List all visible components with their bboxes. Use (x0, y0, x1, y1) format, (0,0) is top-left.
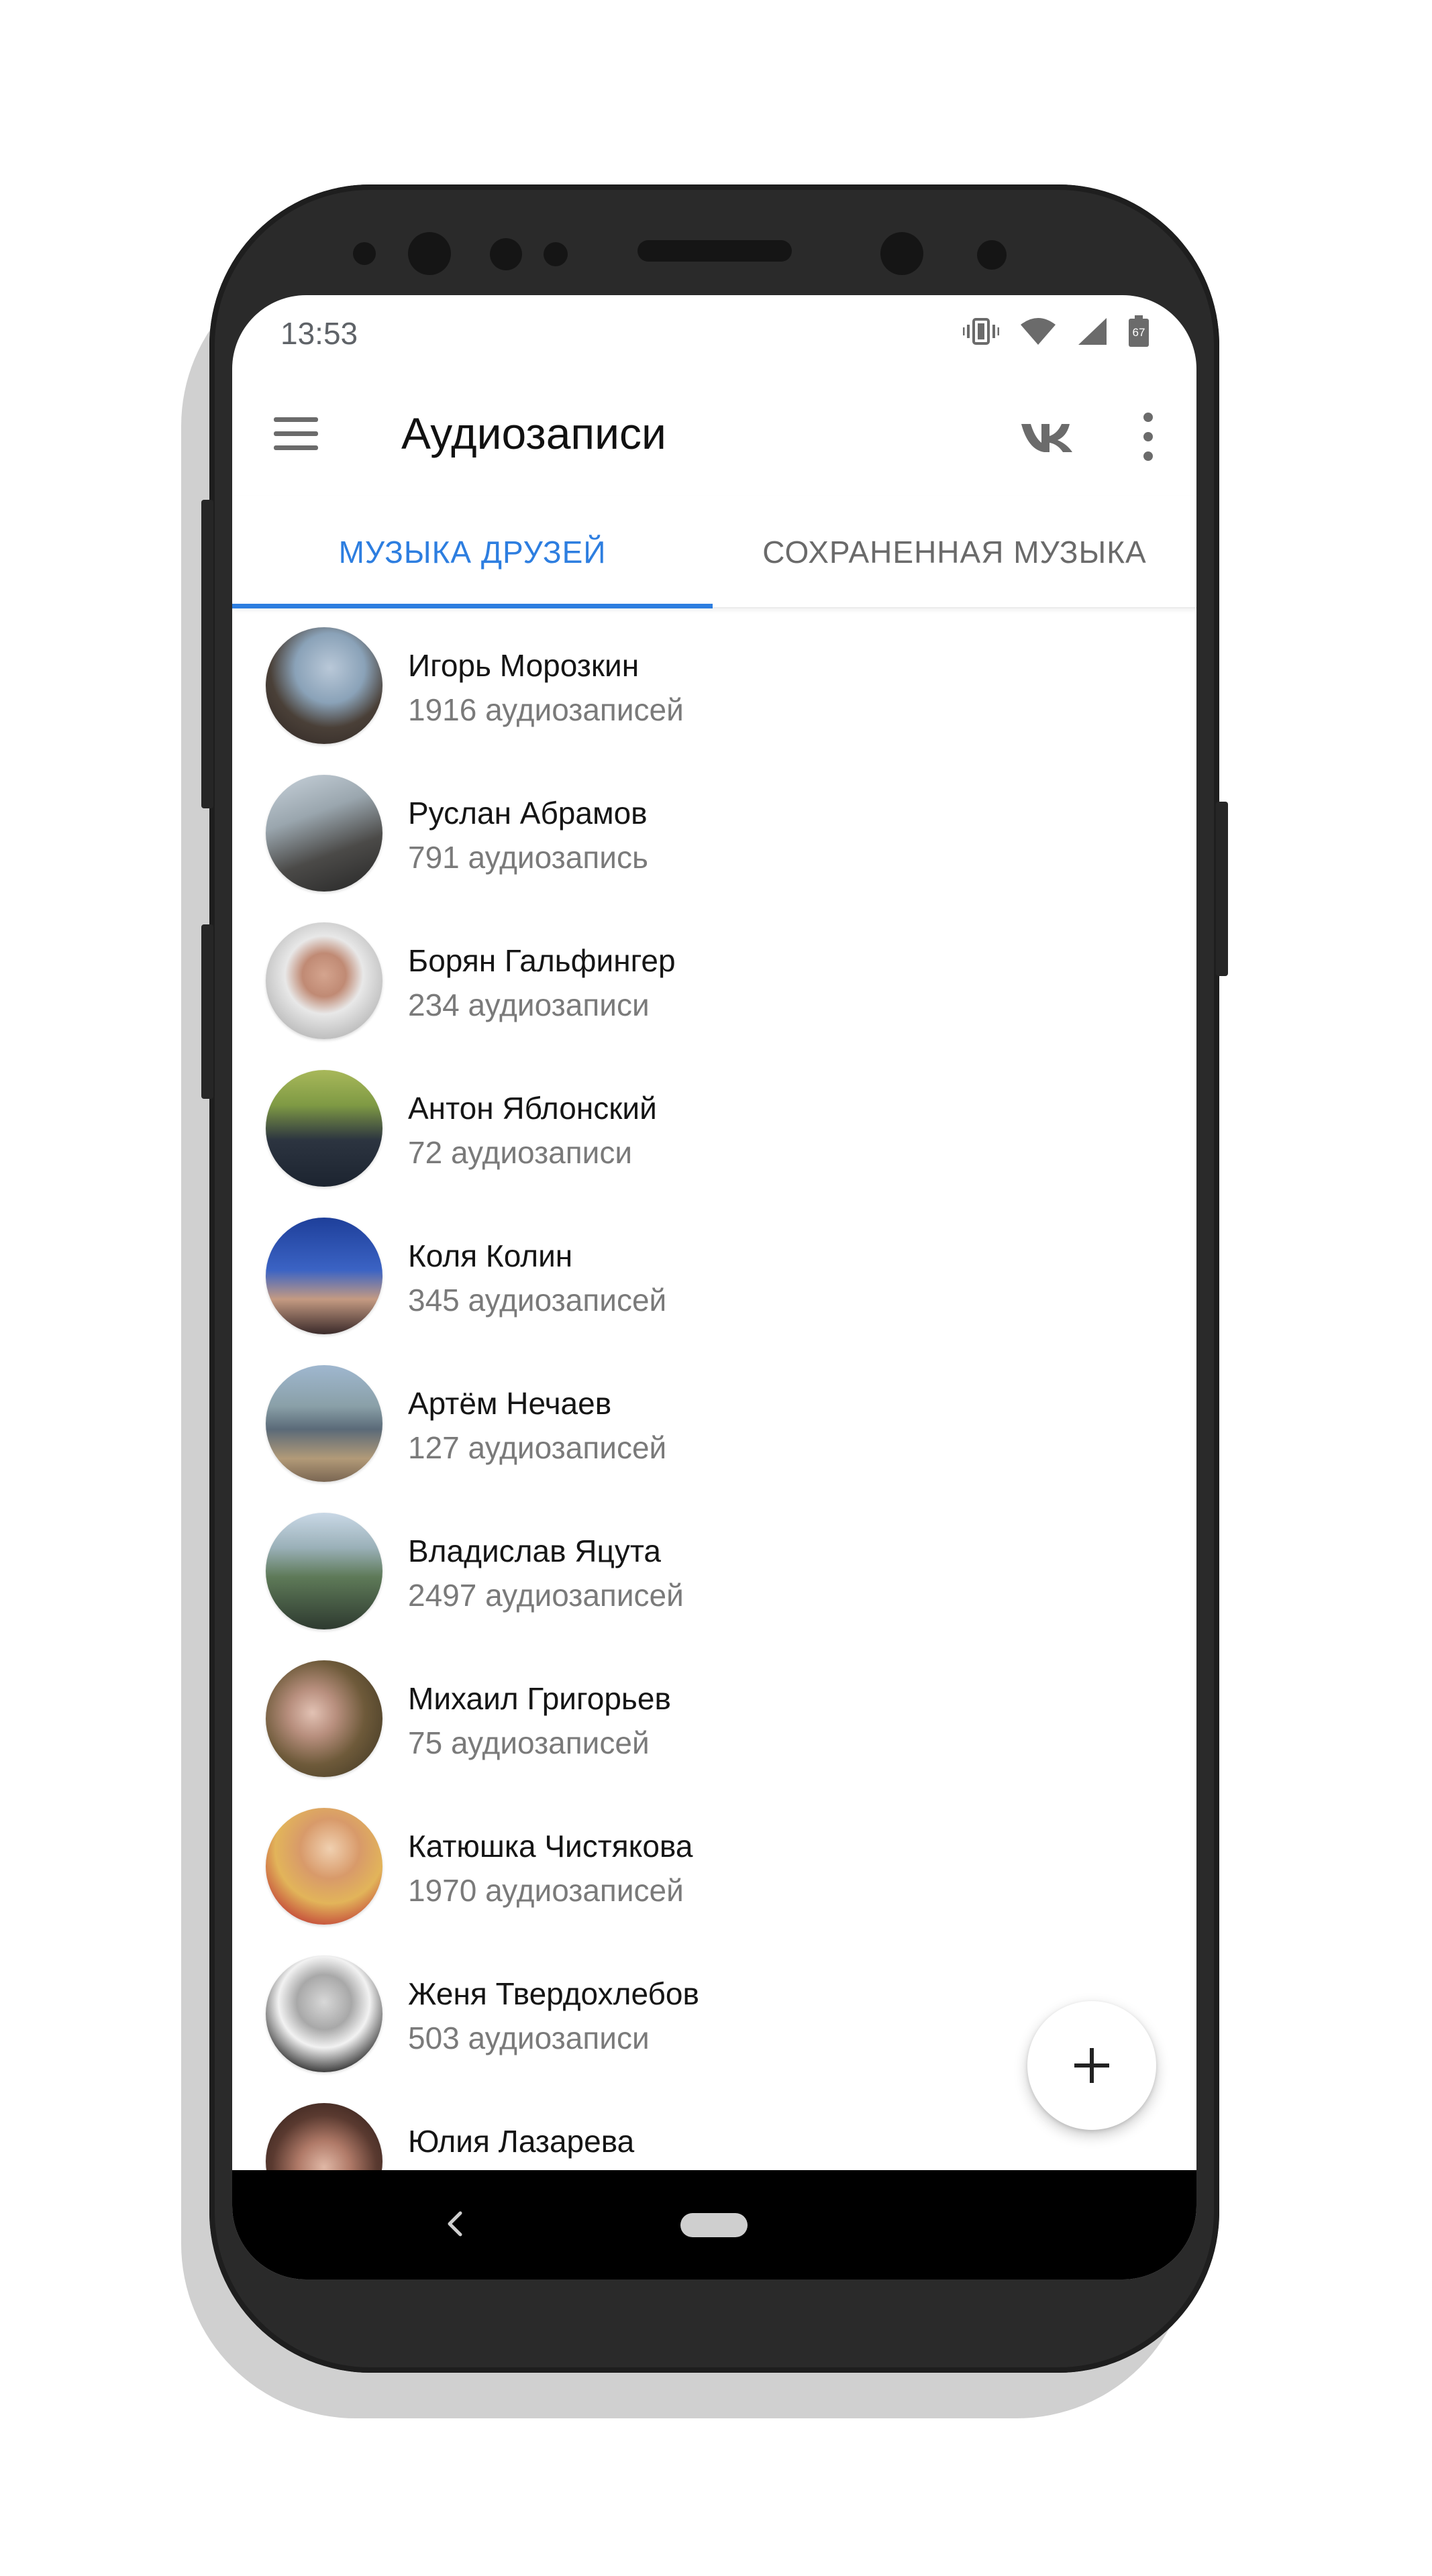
list-item[interactable]: Борян Гальфингер 234 аудиозаписи (232, 904, 1196, 1051)
list-item[interactable]: Антон Яблонский 72 аудиозаписи (232, 1051, 1196, 1199)
friend-name: Артём Нечаев (408, 1386, 612, 1421)
battery-level: 67 (1132, 326, 1145, 339)
sensor-dot (353, 242, 376, 265)
phone-screen: 13:53 67 Аудиозаписи МУЗЫКА ДРУЗЕЙ СОХРА… (232, 295, 1196, 2279)
side-button-right (1216, 802, 1228, 976)
avatar (266, 1808, 382, 1925)
friend-name: Катюшка Чистякова (408, 1829, 693, 1864)
page-title: Аудиозаписи (401, 409, 666, 458)
audio-count: 234 аудиозаписи (408, 987, 650, 1022)
friend-name: Юлия Лазарева (408, 2124, 635, 2159)
home-pill-icon[interactable] (680, 2213, 748, 2237)
avatar (266, 1660, 382, 1777)
avatar (266, 775, 382, 892)
avatar (266, 1955, 382, 2072)
avatar (266, 922, 382, 1039)
tab-saved-music[interactable]: СОХРАНЕННАЯ МУЗЫКА (713, 496, 1196, 607)
friend-name: Женя Твердохлебов (408, 1976, 699, 2011)
sensor-dot (490, 238, 522, 270)
friend-name: Борян Гальфингер (408, 943, 676, 978)
status-bar: 13:53 67 (232, 295, 1196, 376)
side-button-left-2 (201, 924, 213, 1099)
battery-icon: 67 (1128, 315, 1149, 351)
back-chevron-icon[interactable] (442, 2204, 468, 2244)
vk-logo-icon[interactable] (1019, 416, 1075, 456)
audio-count: 127 аудиозаписей (408, 1430, 667, 1465)
sensor-dot (544, 242, 568, 266)
list-item[interactable]: Руслан Абрамов 791 аудиозапись (232, 756, 1196, 904)
side-button-left-1 (201, 500, 213, 808)
vibrate-icon (962, 317, 1000, 350)
audio-count: 791 аудиозапись (408, 840, 648, 875)
friend-name: Михаил Григорьев (408, 1681, 671, 1716)
earpiece-speaker (637, 240, 792, 262)
list-item[interactable]: Артём Нечаев 127 аудиозаписей (232, 1346, 1196, 1494)
friend-name: Игорь Морозкин (408, 648, 640, 683)
audio-count: 345 аудиозаписей (408, 1283, 667, 1318)
avatar (266, 1365, 382, 1482)
list-item[interactable]: Катюшка Чистякова 1970 аудиозаписей (232, 1789, 1196, 1937)
status-time: 13:53 (280, 316, 358, 351)
friends-list: Игорь Морозкин 1916 аудиозаписей Руслан … (232, 608, 1196, 2232)
avatar (266, 1218, 382, 1334)
audio-count: 503 аудиозаписи (408, 2021, 650, 2055)
front-camera (408, 232, 451, 275)
hamburger-menu-icon[interactable] (274, 417, 318, 451)
avatar (266, 627, 382, 744)
audio-count: 1970 аудиозаписей (408, 1873, 684, 1908)
friend-name: Коля Колин (408, 1238, 573, 1273)
system-nav-bar (232, 2170, 1196, 2279)
sensor-dot (977, 240, 1007, 270)
active-tab-indicator (232, 604, 713, 608)
avatar (266, 1513, 382, 1629)
tab-friends-music[interactable]: МУЗЫКА ДРУЗЕЙ (232, 496, 713, 607)
list-item[interactable]: Владислав Яцута 2497 аудиозаписей (232, 1494, 1196, 1642)
app-bar: Аудиозаписи (232, 376, 1196, 496)
audio-count: 75 аудиозаписей (408, 1725, 650, 1760)
list-item[interactable]: Коля Колин 345 аудиозаписей (232, 1199, 1196, 1346)
front-camera-2 (880, 232, 923, 275)
friend-name: Владислав Яцута (408, 1534, 661, 1568)
friend-name: Антон Яблонский (408, 1091, 657, 1126)
status-icons: 67 (962, 315, 1149, 351)
list-item[interactable]: Игорь Морозкин 1916 аудиозаписей (232, 608, 1196, 756)
audio-count: 2497 аудиозаписей (408, 1578, 684, 1613)
add-button[interactable] (1027, 2001, 1156, 2130)
audio-count: 1916 аудиозаписей (408, 692, 684, 727)
wifi-icon (1019, 317, 1057, 350)
friend-name: Руслан Абрамов (408, 796, 648, 830)
more-vertical-icon[interactable] (1139, 413, 1156, 461)
avatar (266, 1070, 382, 1187)
audio-count: 72 аудиозаписи (408, 1135, 633, 1170)
plus-icon (1074, 2048, 1109, 2083)
cellular-signal-icon (1077, 317, 1108, 350)
tab-bar: МУЗЫКА ДРУЗЕЙ СОХРАНЕННАЯ МУЗЫКА (232, 496, 1196, 608)
list-item[interactable]: Михаил Григорьев 75 аудиозаписей (232, 1642, 1196, 1789)
